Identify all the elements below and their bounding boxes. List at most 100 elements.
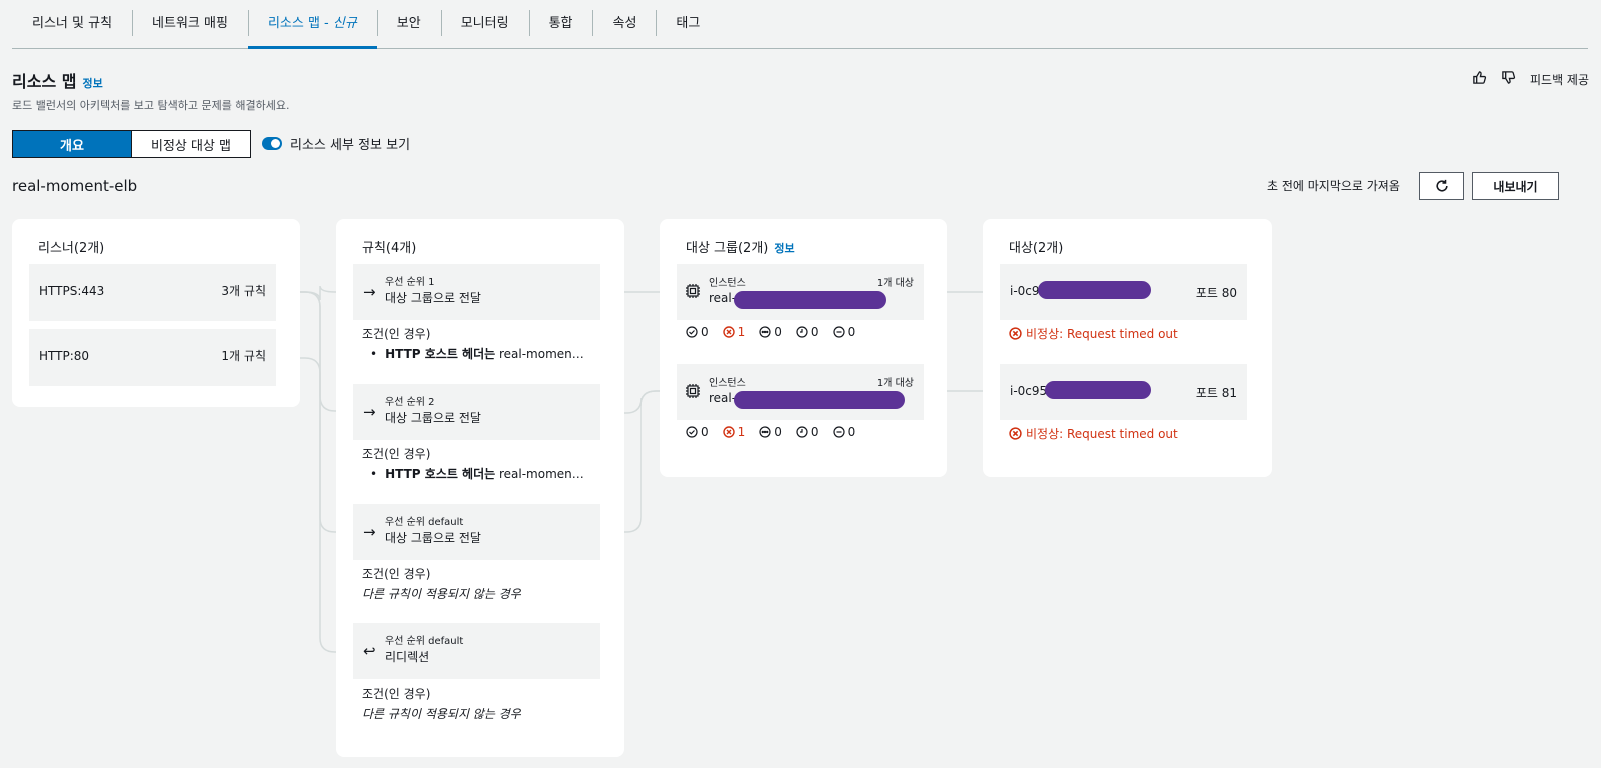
redirect-icon: ↩ [363, 642, 376, 660]
rule-priority: 우선 순위 1 [385, 277, 435, 288]
unused-stat: 0 [759, 325, 782, 339]
target-item[interactable]: i-0c9 포트 80 [1000, 264, 1247, 320]
target-group-type: 인스턴스 [709, 278, 746, 289]
targets-card: 대상(2개) i-0c9 포트 80 비정상: Request timed ou… [983, 219, 1272, 477]
listener-rule-count: 1개 규칙 [221, 349, 266, 363]
tab-listeners-rules[interactable]: 리스너 및 규칙 [12, 0, 132, 48]
rule-action: 대상 그룹으로 전달 [385, 291, 481, 305]
target-groups-title-text: 대상 그룹(2개) [686, 241, 769, 256]
rule-priority-default-forward[interactable]: → 우선 순위 default 대상 그룹으로 전달 [353, 504, 600, 560]
listeners-title: 리스너(2개) [38, 241, 105, 256]
info-link[interactable]: 정보 [774, 242, 794, 255]
unhealthy-stat: 1 [722, 425, 746, 439]
healthy-stat: 0 [686, 325, 709, 339]
tab-security[interactable]: 보안 [376, 0, 441, 48]
rule-condition: HTTP 호스트 헤더는 real-momen… [370, 465, 584, 482]
arrow-right-icon: → [363, 523, 376, 541]
rule-priority: 우선 순위 default [385, 636, 464, 647]
error-circle-icon [1009, 427, 1022, 440]
rules-card: 규칙(4개) → 우선 순위 1 대상 그룹으로 전달 조건(인 경우) HTT… [336, 219, 624, 757]
info-link[interactable]: 정보 [82, 77, 102, 90]
resource-details-toggle-wrap: 리소스 세부 정보 보기 [262, 134, 410, 153]
stat-value: 0 [810, 425, 819, 439]
stat-value: 0 [847, 325, 856, 339]
tab-resource-map-label: 리소스 맵 - [267, 16, 333, 31]
rule-condition-default: 다른 규칙이 적용되지 않는 경우 [362, 707, 521, 721]
rule-condition-value: real-momen… [495, 347, 584, 361]
target-group-name: real- [709, 391, 737, 405]
refresh-button[interactable] [1419, 172, 1464, 200]
rule-priority-1[interactable]: → 우선 순위 1 대상 그룹으로 전달 [353, 264, 600, 320]
target-group-stats: 0 1 0 0 0 [686, 425, 855, 439]
tab-resource-map[interactable]: 리소스 맵 - 신규 [247, 0, 377, 49]
thumbs-up-icon[interactable] [1472, 70, 1487, 88]
target-health-status: 비정상: Request timed out [1009, 425, 1178, 442]
arrow-right-icon: → [363, 283, 376, 301]
stat-value: 0 [810, 325, 819, 339]
rule-condition-key: HTTP 호스트 헤더는 [385, 467, 496, 481]
target-item[interactable]: i-0c95 포트 81 [1000, 364, 1247, 420]
stat-value: 0 [847, 425, 856, 439]
last-fetched-text: 초 전에 마지막으로 가져옴 [1267, 179, 1400, 193]
redaction-mark [1038, 281, 1151, 299]
rule-priority-2[interactable]: → 우선 순위 2 대상 그룹으로 전달 [353, 384, 600, 440]
resource-details-toggle[interactable] [262, 137, 282, 150]
target-group-count: 1개 대상 [876, 278, 914, 289]
tab-attributes[interactable]: 속성 [592, 0, 656, 48]
target-groups-card: 대상 그룹(2개) 정보 인스턴스 1개 대상 real- 0 1 0 0 0 인… [660, 219, 947, 477]
rule-priority: 우선 순위 2 [385, 397, 435, 408]
page-description: 로드 밸런서의 아키텍처를 보고 탐색하고 문제를 해결하세요. [12, 99, 290, 112]
tab-bar: 리스너 및 규칙 네트워크 매핑 리소스 맵 - 신규 보안 모니터링 통합 속… [12, 0, 1588, 49]
target-id: i-0c95 [1010, 384, 1048, 398]
target-group-count: 1개 대상 [876, 378, 914, 389]
target-port: 포트 81 [1195, 386, 1237, 400]
unhealthy-stat: 1 [722, 325, 746, 339]
listener-http-80[interactable]: HTTP:80 1개 규칙 [29, 329, 276, 386]
redaction-mark [734, 291, 886, 309]
listener-label: HTTPS:443 [39, 284, 105, 298]
rule-condition: HTTP 호스트 헤더는 real-momen… [370, 345, 584, 362]
rule-condition-title: 조건(인 경우) [362, 687, 431, 701]
page-title: 리소스 맵 정보 [12, 68, 103, 92]
listener-rule-count: 3개 규칙 [221, 284, 266, 298]
load-balancer-name: real-moment-elb [12, 177, 138, 195]
stat-value: 0 [701, 325, 709, 339]
tab-integrations[interactable]: 통합 [528, 0, 593, 48]
target-group-item[interactable]: 인스턴스 1개 대상 real- [677, 264, 924, 320]
minus-circle-icon [832, 426, 845, 438]
tab-tags[interactable]: 태그 [656, 0, 720, 48]
target-group-item[interactable]: 인스턴스 1개 대상 real- [677, 364, 924, 420]
rule-priority-default-redirect[interactable]: ↩ 우선 순위 default 리디렉션 [353, 623, 600, 679]
thumbs-down-icon[interactable] [1501, 70, 1516, 88]
export-button[interactable]: 내보내기 [1472, 172, 1559, 200]
error-circle-icon [722, 326, 735, 338]
target-group-stats: 0 1 0 0 0 [686, 325, 855, 339]
target-groups-title: 대상 그룹(2개) 정보 [686, 237, 795, 256]
pending-stat: 0 [796, 325, 819, 339]
unused-stat: 0 [759, 425, 782, 439]
feedback-link[interactable]: 피드백 제공 [1530, 71, 1589, 88]
rule-priority: 우선 순위 default [385, 517, 464, 528]
target-group-name: real- [709, 291, 737, 305]
stat-value: 0 [701, 425, 709, 439]
page-title-text: 리소스 맵 [12, 72, 77, 91]
stat-value: 1 [737, 425, 746, 439]
listener-label: HTTP:80 [39, 349, 90, 363]
target-health-text: 비정상: Request timed out [1026, 427, 1178, 441]
tab-network-mapping[interactable]: 네트워크 매핑 [132, 0, 248, 48]
stat-value: 0 [774, 425, 782, 439]
rule-condition-title: 조건(인 경우) [362, 447, 431, 461]
unhealthy-map-button[interactable]: 비정상 대상 맵 [132, 130, 251, 158]
rule-condition-value: real-momen… [495, 467, 584, 481]
view-segmented-control: 개요 비정상 대상 맵 [12, 130, 251, 158]
overview-button[interactable]: 개요 [12, 130, 132, 158]
resource-details-toggle-label: 리소스 세부 정보 보기 [290, 138, 411, 153]
target-port: 포트 80 [1195, 286, 1237, 300]
targets-title: 대상(2개) [1009, 241, 1064, 256]
tab-monitoring[interactable]: 모니터링 [440, 0, 529, 48]
rule-action: 대상 그룹으로 전달 [385, 411, 481, 425]
listener-https-443[interactable]: HTTPS:443 3개 규칙 [29, 264, 276, 321]
healthy-stat: 0 [686, 425, 709, 439]
feedback-area: 피드백 제공 [1472, 70, 1589, 88]
stat-value: 1 [737, 325, 746, 339]
